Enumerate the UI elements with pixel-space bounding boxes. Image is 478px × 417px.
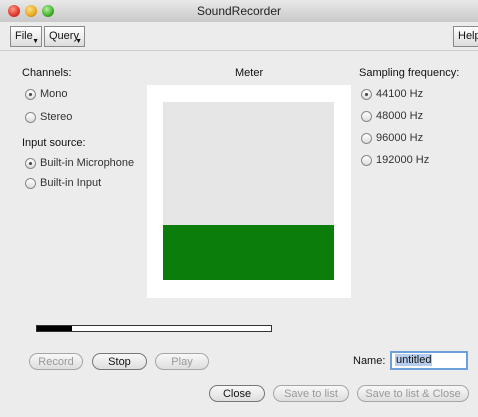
- radio-label: Stereo: [40, 111, 73, 123]
- radio-label: 96000 Hz: [376, 132, 424, 144]
- recording-progress-bar: [36, 325, 272, 332]
- name-label: Name:: [353, 355, 386, 367]
- radio-button-icon[interactable]: [361, 110, 372, 122]
- meter-heading: Meter: [235, 67, 264, 79]
- file-menu-label: File: [15, 30, 33, 42]
- meter-level-bar: [163, 225, 334, 280]
- radio-button-icon[interactable]: [25, 111, 36, 123]
- window-title: SoundRecorder: [196, 4, 282, 18]
- dropdown-arrow-icon: ▼: [75, 38, 82, 45]
- sampling-radio-96000[interactable]: 96000 Hz: [361, 132, 423, 144]
- title-bar: SoundRecorder: [0, 0, 478, 23]
- channels-heading: Channels:: [22, 67, 72, 79]
- sound-recorder-window: SoundRecorder File ▼ Query ▼ Help Channe…: [0, 0, 478, 417]
- record-button[interactable]: Record: [29, 353, 83, 370]
- input-source-heading: Input source:: [22, 137, 86, 149]
- radio-button-icon[interactable]: [361, 88, 372, 100]
- radio-button-icon[interactable]: [361, 132, 372, 144]
- radio-label: 44100 Hz: [376, 88, 424, 100]
- help-menu-label: Help: [458, 30, 478, 42]
- name-input[interactable]: untitled: [390, 351, 468, 370]
- file-menu-button[interactable]: File ▼: [10, 26, 42, 47]
- sampling-radio-48000[interactable]: 48000 Hz: [361, 110, 423, 122]
- play-button[interactable]: Play: [155, 353, 209, 370]
- query-menu-button[interactable]: Query ▼: [44, 26, 85, 47]
- radio-label: 48000 Hz: [376, 110, 424, 122]
- radio-button-icon[interactable]: [25, 177, 36, 189]
- radio-button-icon[interactable]: [361, 154, 372, 166]
- name-input-value: untitled: [395, 354, 433, 366]
- menu-bar: File ▼ Query ▼ Help: [0, 22, 478, 51]
- radio-label: Built-in Microphone: [40, 157, 135, 169]
- progress-fill: [37, 326, 73, 331]
- radio-label: Mono: [40, 88, 68, 100]
- radio-button-icon[interactable]: [25, 88, 36, 100]
- dropdown-arrow-icon: ▼: [32, 38, 39, 45]
- sampling-radio-192000[interactable]: 192000 Hz: [361, 154, 429, 166]
- radio-label: Built-in Input: [40, 177, 102, 189]
- stop-button[interactable]: Stop: [92, 353, 147, 370]
- save-to-list-button[interactable]: Save to list: [273, 385, 349, 402]
- channel-radio-stereo[interactable]: Stereo: [25, 111, 72, 123]
- input-radio-built-in-input[interactable]: Built-in Input: [25, 177, 101, 189]
- sampling-radio-44100[interactable]: 44100 Hz: [361, 88, 423, 100]
- radio-button-icon[interactable]: [25, 157, 36, 169]
- channel-radio-mono[interactable]: Mono: [25, 88, 68, 100]
- radio-label: 192000 Hz: [376, 154, 430, 166]
- help-menu-button[interactable]: Help: [453, 26, 478, 47]
- save-to-list-and-close-button[interactable]: Save to list & Close: [357, 385, 469, 402]
- meter-track: [163, 102, 334, 225]
- sampling-frequency-heading: Sampling frequency:: [359, 67, 460, 79]
- close-button[interactable]: Close: [209, 385, 265, 402]
- input-radio-built-in-microphone[interactable]: Built-in Microphone: [25, 157, 134, 169]
